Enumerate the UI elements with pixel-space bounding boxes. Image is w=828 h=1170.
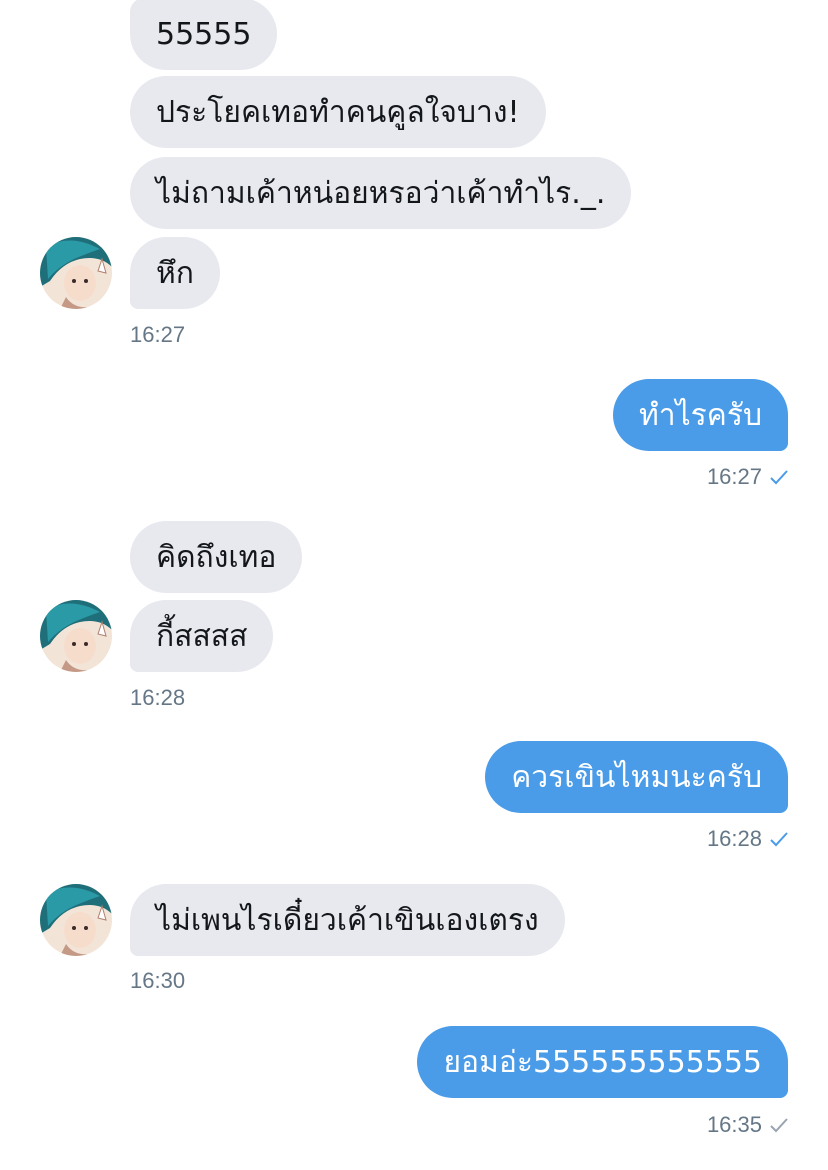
message-status: 16:28 [707, 826, 788, 852]
message-text: หึก [156, 255, 194, 291]
message-timestamp: 16:30 [130, 968, 186, 993]
read-check-icon [770, 470, 788, 485]
message-status: 16:35 [707, 1112, 788, 1138]
outgoing-message[interactable]: ยอมอ่ะ555555555555 [417, 1026, 788, 1098]
message-timestamp: 16:27 [130, 322, 186, 347]
read-check-icon [770, 832, 788, 847]
sent-check-icon [770, 1118, 788, 1133]
user-avatar[interactable] [40, 884, 112, 956]
message-text: ยอมอ่ะ555555555555 [443, 1044, 762, 1080]
message-text: กี้สสสส [156, 618, 248, 654]
message-text: ไม่ถามเค้าหน่อยหรอว่าเค้าทำไร._. [156, 175, 606, 211]
incoming-message[interactable]: ไม่เพนไรเดี๋ยวเค้าเขินเองเตรง [130, 884, 565, 956]
incoming-message[interactable]: กี้สสสส [130, 600, 274, 672]
message-text: 55555 [156, 16, 252, 52]
message-text: คิดถึงเทอ [156, 539, 277, 575]
incoming-message[interactable]: ประโยคเทอทำคนคูลใจบาง! [130, 76, 546, 148]
message-text: ไม่เพนไรเดี๋ยวเค้าเขินเองเตรง [156, 902, 539, 938]
message-timestamp: 16:35 [706, 1112, 762, 1137]
message-timestamp: 16:28 [130, 685, 186, 710]
incoming-message[interactable]: ไม่ถามเค้าหน่อยหรอว่าเค้าทำไร._. [130, 157, 632, 229]
incoming-message[interactable]: หึก [130, 237, 220, 309]
message-text: ประโยคเทอทำคนคูลใจบาง! [156, 94, 520, 130]
incoming-message[interactable]: คิดถึงเทอ [130, 521, 303, 593]
outgoing-message[interactable]: ทำไรครับ [612, 379, 788, 451]
message-status: 16:27 [707, 464, 788, 490]
outgoing-message[interactable]: ควรเขินไหมนะครับ [485, 741, 788, 813]
message-text: ทำไรครับ [638, 397, 762, 433]
user-avatar[interactable] [40, 237, 112, 309]
message-timestamp: 16:27 [706, 464, 762, 489]
message-timestamp: 16:28 [706, 826, 762, 851]
incoming-message[interactable]: 55555 [130, 0, 278, 70]
message-text: ควรเขินไหมนะครับ [511, 759, 762, 795]
user-avatar[interactable] [40, 600, 112, 672]
